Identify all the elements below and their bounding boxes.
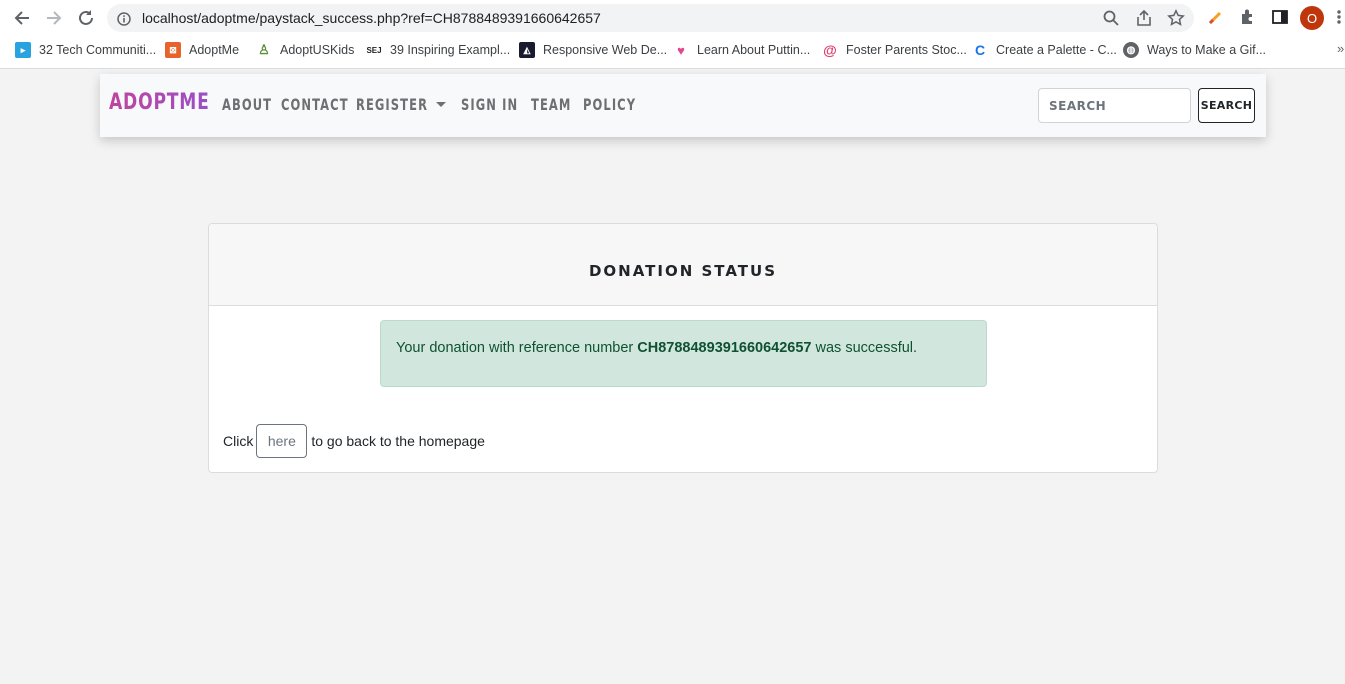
extensions-puzzle-icon[interactable] — [1238, 7, 1258, 27]
bookmark-label: AdoptUSKids — [280, 43, 355, 57]
browser-chrome: localhost/adoptme/paystack_success.php?r… — [0, 0, 1345, 69]
bookmark-label: Foster Parents Stoc... — [846, 43, 967, 57]
bookmark-favicon-icon: C — [974, 42, 986, 58]
click-suffix: to go back to the homepage — [311, 433, 485, 449]
bookmark-favicon-icon: ◭ — [519, 42, 535, 58]
alert-prefix: Your donation with reference number — [396, 340, 634, 356]
bookmark-favicon-icon: @ — [823, 42, 837, 58]
bookmark-item[interactable]: ⊠ AdoptMe — [165, 41, 239, 59]
bookmark-favicon-icon: ⊠ — [165, 42, 181, 58]
address-bar[interactable]: localhost/adoptme/paystack_success.php?r… — [107, 4, 1194, 32]
bookmark-item[interactable]: ♙ AdoptUSKids — [256, 41, 354, 59]
card-header: DONATION STATUS — [209, 224, 1157, 306]
nav-link-policy[interactable]: POLICY — [583, 95, 636, 114]
bookmark-label: 39 Inspiring Exampl... — [390, 43, 511, 57]
zoom-icon[interactable] — [1102, 9, 1120, 27]
nav-link-team[interactable]: TEAM — [531, 95, 571, 114]
url-text[interactable]: localhost/adoptme/paystack_success.php?r… — [142, 10, 601, 26]
bookmark-item[interactable]: ◭ Responsive Web De... — [519, 41, 667, 59]
nav-link-register[interactable]: REGISTER — [356, 95, 428, 114]
bookmark-favicon-icon: ♙ — [258, 42, 270, 57]
success-alert: Your donation with reference number CH87… — [380, 320, 987, 387]
bookmark-label: Learn About Puttin... — [697, 43, 811, 57]
pen-extension-icon[interactable] — [1206, 7, 1226, 27]
bookmark-favicon-icon: SEJ — [366, 45, 382, 55]
bookmark-item[interactable]: ◍ Ways to Make a Gif... — [1123, 41, 1266, 59]
bookmark-item[interactable]: ♥ Learn About Puttin... — [673, 41, 810, 59]
click-prefix: Click — [223, 433, 254, 449]
side-panel-icon[interactable] — [1270, 7, 1290, 27]
bookmark-label: AdoptMe — [189, 43, 240, 57]
forward-icon[interactable] — [42, 6, 66, 30]
homepage-row: Click here to go back to the homepage — [223, 424, 485, 458]
search-button[interactable]: SEARCH — [1198, 88, 1255, 123]
bookmarks-more-icon[interactable]: » — [1337, 41, 1344, 56]
back-icon[interactable] — [10, 6, 34, 30]
bookmarks-bar: ▸ 32 Tech Communiti... ⊠ AdoptMe ♙ Adopt… — [0, 38, 1345, 62]
site-navbar: ADOPTME ABOUT CONTACT REGISTER SIGN IN T… — [100, 74, 1266, 137]
profile-avatar[interactable]: O — [1300, 6, 1324, 30]
browser-menu-icon[interactable] — [1334, 7, 1345, 27]
reference-number: CH8788489391660642657 — [637, 340, 812, 356]
bookmark-favicon-icon: ▸ — [15, 42, 31, 58]
search-input[interactable] — [1038, 88, 1191, 123]
register-dropdown-icon[interactable] — [436, 102, 446, 107]
brand-logo[interactable]: ADOPTME — [109, 90, 210, 115]
card-title: DONATION STATUS — [588, 262, 778, 280]
bookmark-label: Ways to Make a Gif... — [1147, 43, 1267, 57]
bookmark-favicon-icon: ♥ — [677, 42, 685, 58]
bookmark-label: Create a Palette - C... — [996, 43, 1117, 57]
donation-status-card: DONATION STATUS Your donation with refer… — [208, 223, 1158, 473]
nav-link-sign-in[interactable]: SIGN IN — [461, 95, 518, 114]
bookmark-item[interactable]: SEJ 39 Inspiring Exampl... — [366, 41, 510, 59]
bookmark-label: Responsive Web De... — [543, 43, 668, 57]
bookmark-label: 32 Tech Communiti... — [39, 43, 157, 57]
homepage-button[interactable]: here — [256, 424, 308, 458]
bookmark-item[interactable]: ▸ 32 Tech Communiti... — [15, 41, 156, 59]
bookmark-item[interactable]: C Create a Palette - C... — [972, 41, 1117, 59]
reload-icon[interactable] — [74, 6, 98, 30]
share-icon[interactable] — [1135, 9, 1153, 27]
site-info-icon[interactable] — [117, 11, 131, 30]
nav-link-about[interactable]: ABOUT — [222, 95, 272, 114]
bookmark-favicon-icon: ◍ — [1123, 42, 1139, 58]
alert-suffix: was successful. — [815, 340, 918, 356]
bookmark-item[interactable]: @ Foster Parents Stoc... — [822, 41, 967, 59]
bookmark-star-icon[interactable] — [1167, 9, 1185, 27]
nav-link-contact[interactable]: CONTACT — [281, 95, 349, 114]
